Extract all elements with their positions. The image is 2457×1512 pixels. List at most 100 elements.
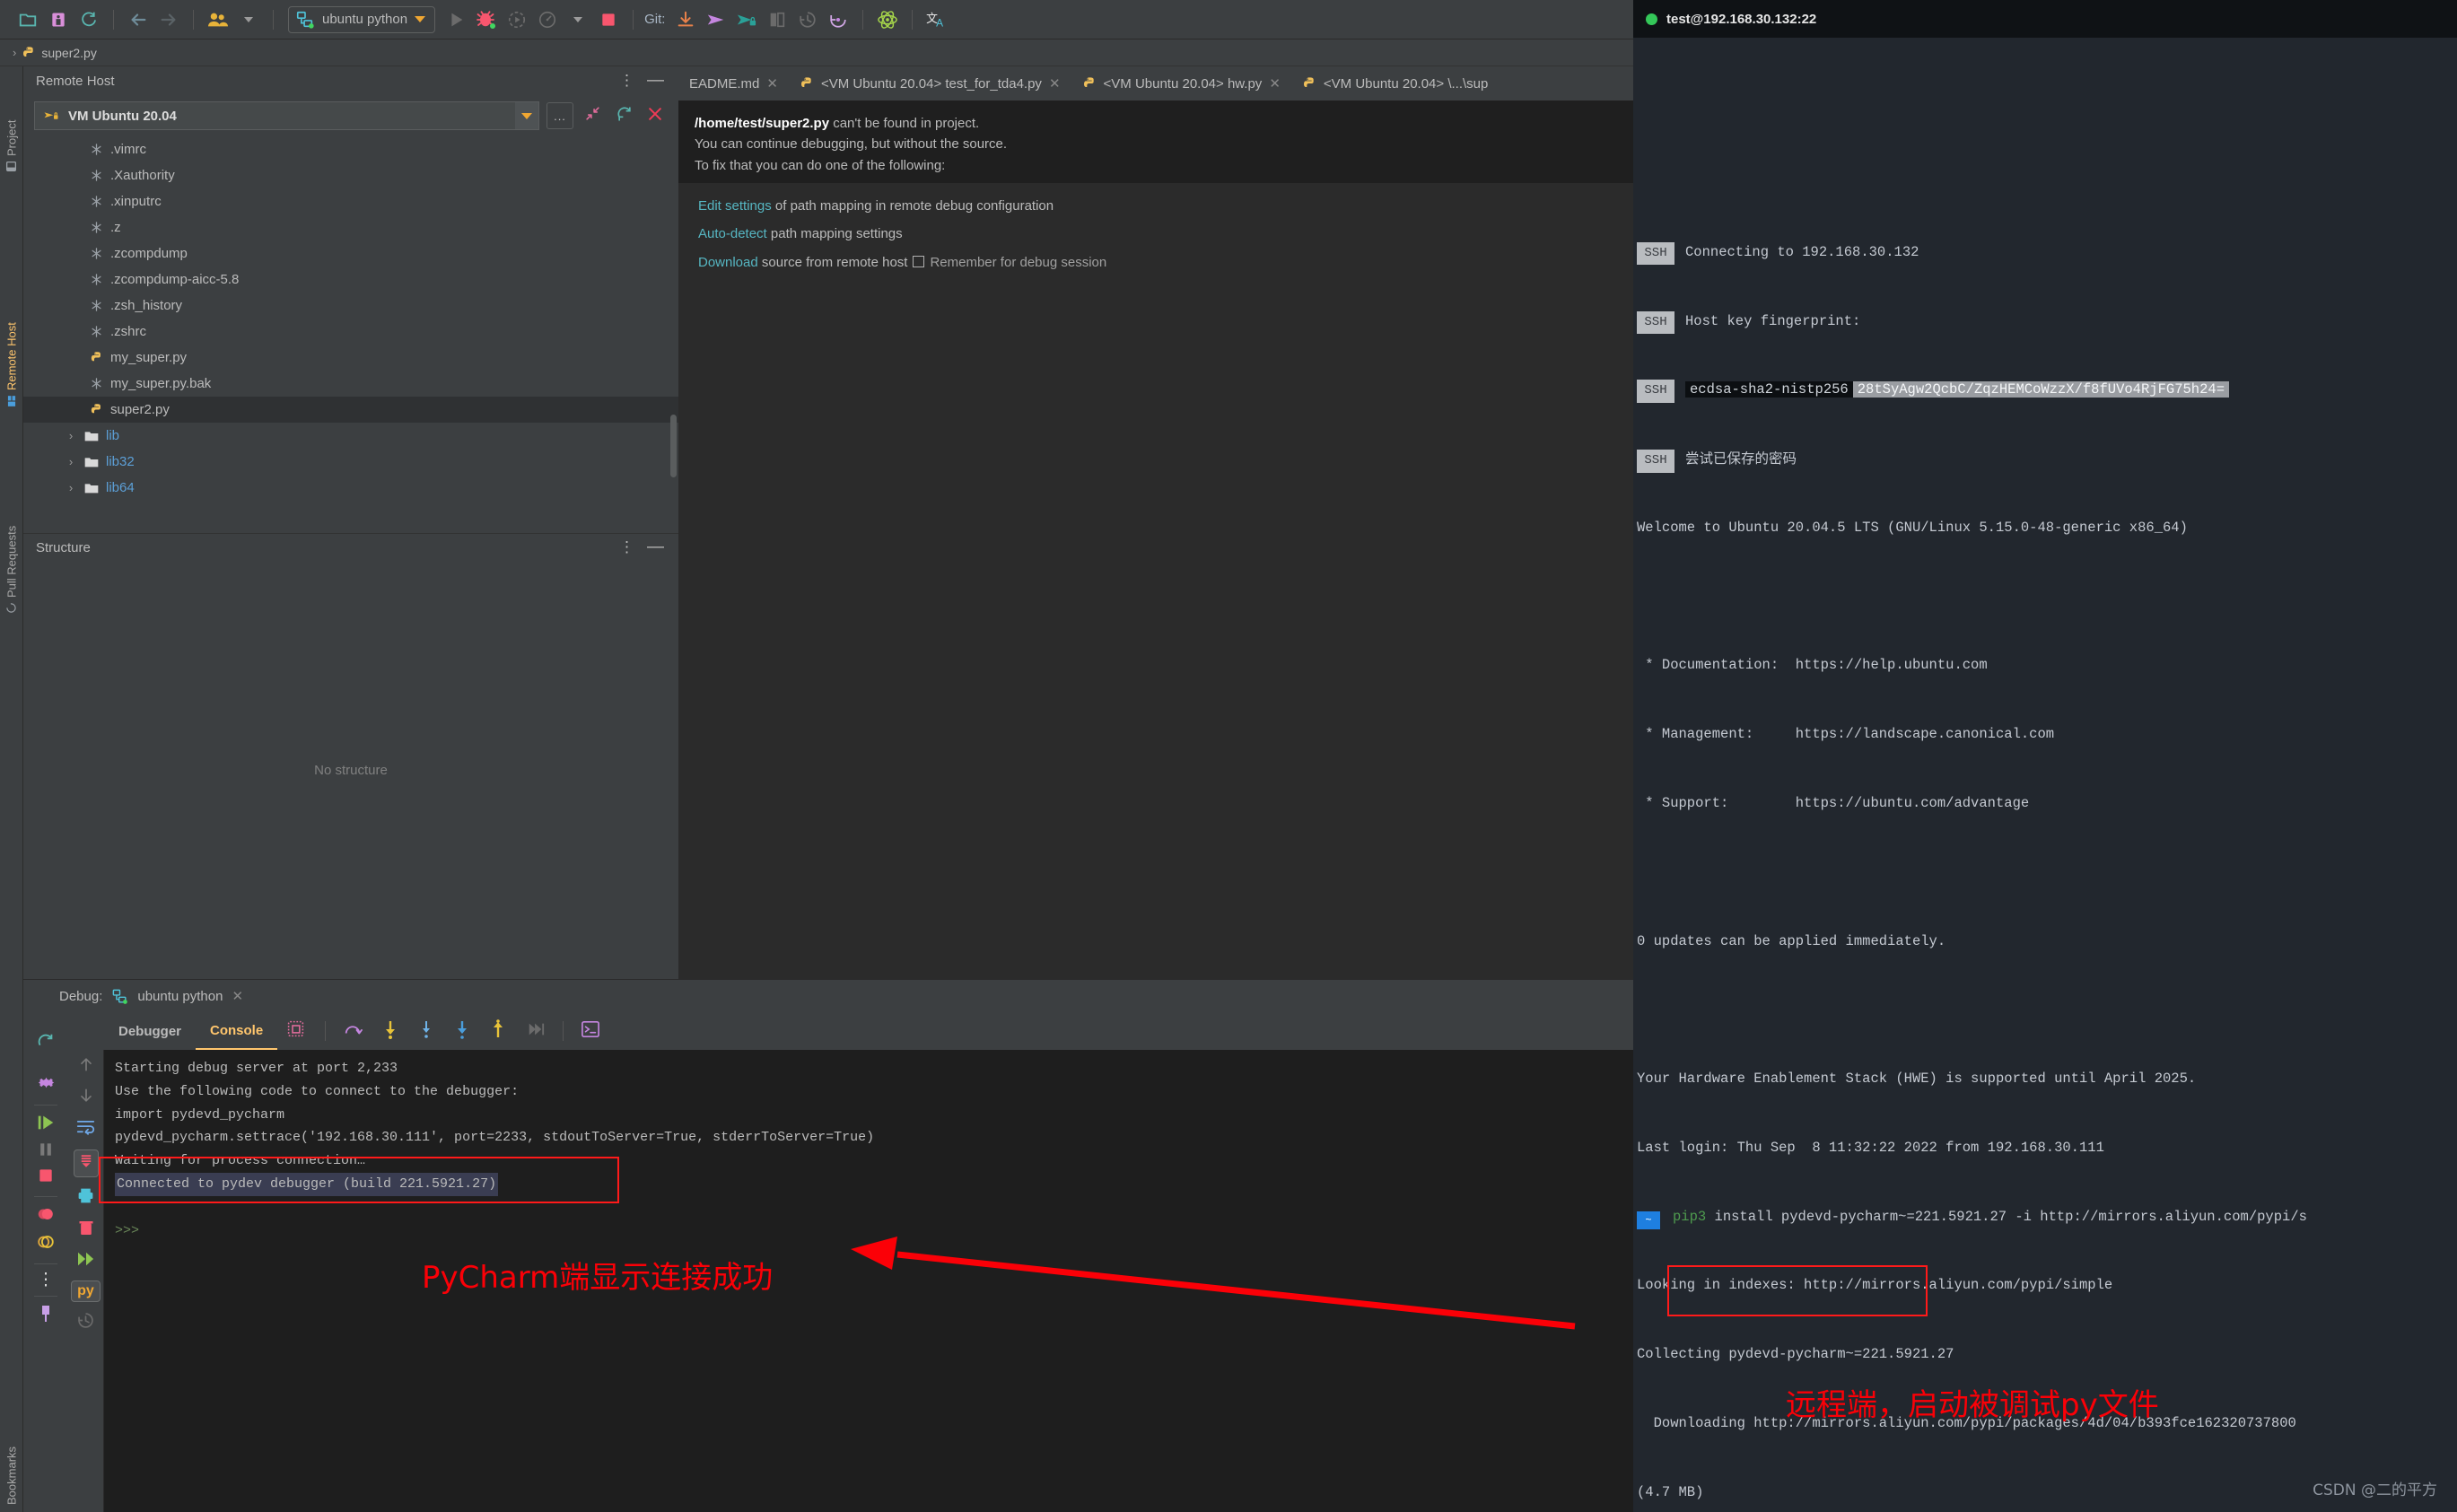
profile-dropdown-caret[interactable] xyxy=(563,4,593,35)
more-vertical-icon[interactable]: ⋮ xyxy=(607,538,647,556)
resume-program-icon[interactable] xyxy=(36,1113,56,1137)
git-push-protected-icon[interactable] xyxy=(731,4,762,35)
sidebar-item-pull-requests[interactable]: Pull Requests xyxy=(0,425,23,614)
more-vertical-icon[interactable]: ⋮ xyxy=(607,72,647,90)
close-icon[interactable]: ✕ xyxy=(766,75,778,92)
terminal-output[interactable]: SSH Connecting to 192.168.30.132 SSH Host … xyxy=(1633,38,2457,1512)
scroll-up-icon[interactable] xyxy=(77,1055,95,1078)
tree-row[interactable]: .xinputrc xyxy=(23,188,678,214)
run-to-cursor-icon[interactable] xyxy=(516,1020,555,1043)
tree-row[interactable]: › lib xyxy=(23,423,678,449)
evaluate-expression-icon[interactable] xyxy=(571,1020,610,1043)
step-over-icon[interactable] xyxy=(333,1020,372,1043)
sidebar-item-project[interactable]: Project xyxy=(0,74,23,172)
smart-step-into-icon[interactable] xyxy=(444,1019,480,1044)
back-icon[interactable] xyxy=(123,4,153,35)
pause-program-icon[interactable] xyxy=(37,1141,55,1163)
users-icon[interactable] xyxy=(203,4,233,35)
git-rollback-icon[interactable] xyxy=(823,4,853,35)
debug-button[interactable] xyxy=(471,4,502,35)
sidebar-item-remote-host[interactable]: Remote Host xyxy=(0,228,23,407)
chevron-down-icon[interactable] xyxy=(415,16,426,22)
run-with-coverage-button[interactable] xyxy=(502,4,532,35)
tree-row[interactable]: .Xauthority xyxy=(23,162,678,188)
git-compare-with-branch-icon[interactable] xyxy=(762,4,792,35)
notification-line-3: To fix that you can do one of the follow… xyxy=(695,157,946,173)
browse-button[interactable]: ... xyxy=(546,102,573,129)
tree-row-selected[interactable]: super2.py xyxy=(23,397,678,423)
remote-host-connection-combo[interactable]: VM Ubuntu 20.04 xyxy=(34,101,539,130)
editor-tab-test-for-tda4[interactable]: <VM Ubuntu 20.04> test_for_tda4.py ✕ xyxy=(789,66,1071,101)
breadcrumb-chevron-icon: › xyxy=(13,46,17,59)
step-out-icon[interactable] xyxy=(480,1018,516,1044)
sidebar-item-bookmarks[interactable]: Bookmarks xyxy=(0,1352,23,1505)
git-history-icon[interactable] xyxy=(792,4,823,35)
remember-for-debug-session-checkbox[interactable] xyxy=(913,255,925,267)
remote-host-file-tree[interactable]: .vimrc .Xauthority .xinputrc .z .zcompdu… xyxy=(23,136,678,533)
view-breakpoints-icon[interactable] xyxy=(36,1204,56,1228)
tree-row[interactable]: .zshrc xyxy=(23,319,678,345)
stop-button[interactable] xyxy=(593,4,624,35)
tree-row[interactable]: .vimrc xyxy=(23,136,678,162)
close-icon[interactable]: ✕ xyxy=(1269,75,1281,92)
clear-all-icon[interactable] xyxy=(77,1219,95,1242)
stop-icon[interactable] xyxy=(37,1167,55,1189)
tab-console[interactable]: Console xyxy=(196,1012,278,1050)
edit-settings-link[interactable]: Edit settings xyxy=(698,198,772,214)
scroll-to-end-icon[interactable] xyxy=(73,1149,99,1177)
soft-wrap-icon[interactable] xyxy=(277,1019,318,1043)
sync-icon[interactable] xyxy=(74,4,104,35)
debug-console-output[interactable]: Starting debug server at port 2,233 Use … xyxy=(104,1050,1633,1512)
auto-detect-link[interactable]: Auto-detect xyxy=(698,226,767,241)
chevron-right-icon[interactable]: › xyxy=(65,481,77,494)
refresh-icon[interactable] xyxy=(612,105,637,127)
editor-tab-readme[interactable]: EADME.md ✕ xyxy=(678,66,789,101)
close-icon[interactable]: ✕ xyxy=(232,988,243,1004)
tree-row[interactable]: › lib64 xyxy=(23,475,678,501)
tree-scrollbar[interactable] xyxy=(670,415,677,477)
tree-row[interactable]: .zcompdump-aicc-5.8 xyxy=(23,267,678,293)
minimize-icon[interactable]: — xyxy=(647,71,669,91)
chevron-right-icon[interactable]: › xyxy=(65,455,77,468)
git-push-icon[interactable] xyxy=(701,4,731,35)
tree-row[interactable]: my_super.py xyxy=(23,345,678,371)
save-all-icon[interactable] xyxy=(43,4,74,35)
tree-row[interactable]: .zcompdump xyxy=(23,240,678,267)
open-folder-icon[interactable] xyxy=(13,4,43,35)
tree-row[interactable]: my_super.py.bak xyxy=(23,371,678,397)
run-button[interactable] xyxy=(441,4,471,35)
history-icon[interactable] xyxy=(76,1311,95,1334)
git-update-project-icon[interactable] xyxy=(670,4,701,35)
minimize-icon[interactable]: — xyxy=(647,538,669,557)
force-step-into-icon[interactable] xyxy=(408,1019,444,1044)
editor-tab-super2[interactable]: <VM Ubuntu 20.04> \...\sup xyxy=(1291,66,1499,101)
python-console-icon[interactable]: py xyxy=(71,1280,101,1302)
collapse-all-icon[interactable] xyxy=(581,105,605,127)
tab-debugger[interactable]: Debugger xyxy=(104,1012,196,1050)
chevron-down-icon[interactable] xyxy=(515,102,538,129)
run-configuration-selector[interactable]: ubuntu python xyxy=(288,5,436,33)
download-link[interactable]: Download xyxy=(698,255,758,270)
pin-tab-icon[interactable] xyxy=(37,1304,55,1328)
chevron-right-icon[interactable]: › xyxy=(65,429,77,442)
forward-icon[interactable] xyxy=(153,4,184,35)
settings-icon[interactable] xyxy=(36,1072,57,1097)
close-icon[interactable]: ✕ xyxy=(1049,75,1061,92)
tree-row[interactable]: .zsh_history xyxy=(23,293,678,319)
disconnect-close-icon[interactable] xyxy=(644,105,669,127)
editor-tab-hw[interactable]: <VM Ubuntu 20.04> hw.py ✕ xyxy=(1071,66,1291,101)
rerun-icon[interactable] xyxy=(36,1032,56,1056)
users-dropdown-caret[interactable] xyxy=(233,4,264,35)
atom-icon[interactable] xyxy=(872,4,903,35)
print-icon[interactable] xyxy=(76,1186,95,1210)
soft-wrap-icon[interactable] xyxy=(76,1118,95,1141)
scroll-down-icon[interactable] xyxy=(77,1087,95,1109)
mute-breakpoints-icon[interactable] xyxy=(36,1232,56,1256)
tree-row[interactable]: › lib32 xyxy=(23,449,678,475)
step-into-icon[interactable] xyxy=(372,1019,408,1044)
translate-icon[interactable]: 文A xyxy=(922,4,952,35)
fast-forward-icon[interactable] xyxy=(76,1251,96,1272)
profile-button[interactable] xyxy=(532,4,563,35)
more-options-icon[interactable]: ⋮ xyxy=(38,1272,55,1289)
tree-row[interactable]: .z xyxy=(23,214,678,240)
